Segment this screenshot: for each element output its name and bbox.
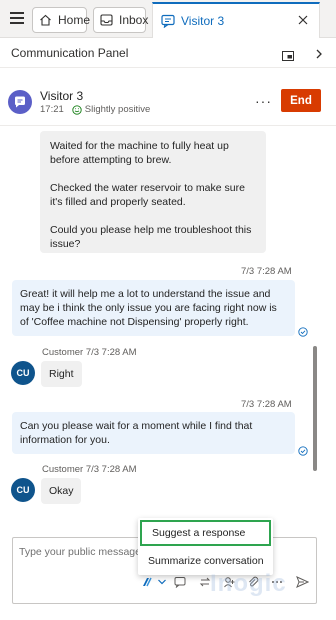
message-input[interactable] bbox=[19, 546, 144, 558]
tab-inbox[interactable]: Inbox bbox=[93, 7, 149, 33]
read-check-icon bbox=[298, 443, 308, 456]
message-bubble: Waited for the machine to fully heat up … bbox=[40, 131, 266, 253]
chat-transcript: Waited for the machine to fully heat up … bbox=[0, 126, 336, 530]
sentiment: Slightly positive bbox=[72, 104, 150, 115]
home-icon bbox=[39, 13, 52, 27]
sentiment-label: Slightly positive bbox=[84, 104, 151, 115]
visitor-time: 17:21 bbox=[40, 104, 64, 115]
copilot-menu: Suggest a response Summarize conversatio… bbox=[138, 518, 273, 575]
suggest-response-menu-item[interactable]: Suggest a response bbox=[140, 520, 271, 546]
send-icon[interactable] bbox=[295, 575, 309, 589]
chevron-down-icon[interactable] bbox=[155, 575, 169, 589]
end-button[interactable]: End bbox=[281, 89, 321, 112]
smile-icon bbox=[72, 104, 82, 115]
message-text: Checked the water reservoir to make sure… bbox=[50, 182, 245, 208]
tab-bar: Home Inbox Visitor 3 bbox=[0, 0, 336, 38]
avatar bbox=[8, 90, 32, 114]
copilot-icon[interactable] bbox=[140, 575, 154, 589]
tab-visitor-3[interactable]: Visitor 3 bbox=[152, 2, 320, 38]
panel-title: Communication Panel bbox=[11, 46, 129, 60]
agent-message-bubble: Great! it will help me a lot to understa… bbox=[12, 280, 295, 336]
scrollbar[interactable] bbox=[313, 346, 317, 471]
message-timestamp: 7/3 7:28 AM bbox=[241, 399, 292, 410]
tab-visitor-label: Visitor 3 bbox=[181, 14, 225, 28]
customer-message-bubble: Right bbox=[41, 361, 82, 387]
tab-home[interactable]: Home bbox=[32, 7, 91, 33]
read-check-icon bbox=[298, 324, 308, 337]
visitor-name: Visitor 3 bbox=[40, 89, 84, 103]
message-timestamp: 7/3 7:28 AM bbox=[241, 266, 292, 277]
visitor-meta: 17:21 Slightly positive bbox=[40, 104, 150, 115]
sender-label: Customer 7/3 7:28 AM bbox=[42, 464, 137, 475]
chevron-right-icon[interactable] bbox=[313, 47, 325, 59]
popout-icon[interactable] bbox=[282, 48, 294, 61]
close-icon[interactable] bbox=[297, 14, 309, 26]
inbox-icon bbox=[100, 13, 113, 27]
quick-reply-icon[interactable] bbox=[173, 575, 187, 589]
tab-inbox-label: Inbox bbox=[119, 13, 149, 27]
more-options-icon[interactable]: ··· bbox=[255, 94, 272, 108]
chat-icon bbox=[161, 14, 175, 29]
customer-avatar: CU bbox=[11, 478, 35, 502]
agent-message-bubble: Can you please wait for a moment while I… bbox=[12, 412, 295, 454]
customer-avatar: CU bbox=[11, 361, 35, 385]
watermark: Inogic bbox=[210, 570, 287, 597]
communication-panel-header: Communication Panel bbox=[0, 38, 336, 68]
message-text: Could you please help me troubleshoot th… bbox=[50, 224, 252, 250]
visitor-header: Visitor 3 17:21 Slightly positive ··· En… bbox=[0, 68, 336, 126]
tab-home-label: Home bbox=[58, 13, 91, 27]
hamburger-menu-icon[interactable] bbox=[10, 12, 24, 24]
message-text: Waited for the machine to fully heat up … bbox=[50, 140, 229, 166]
customer-message-bubble: Okay bbox=[41, 478, 81, 504]
sender-label: Customer 7/3 7:28 AM bbox=[42, 347, 137, 358]
